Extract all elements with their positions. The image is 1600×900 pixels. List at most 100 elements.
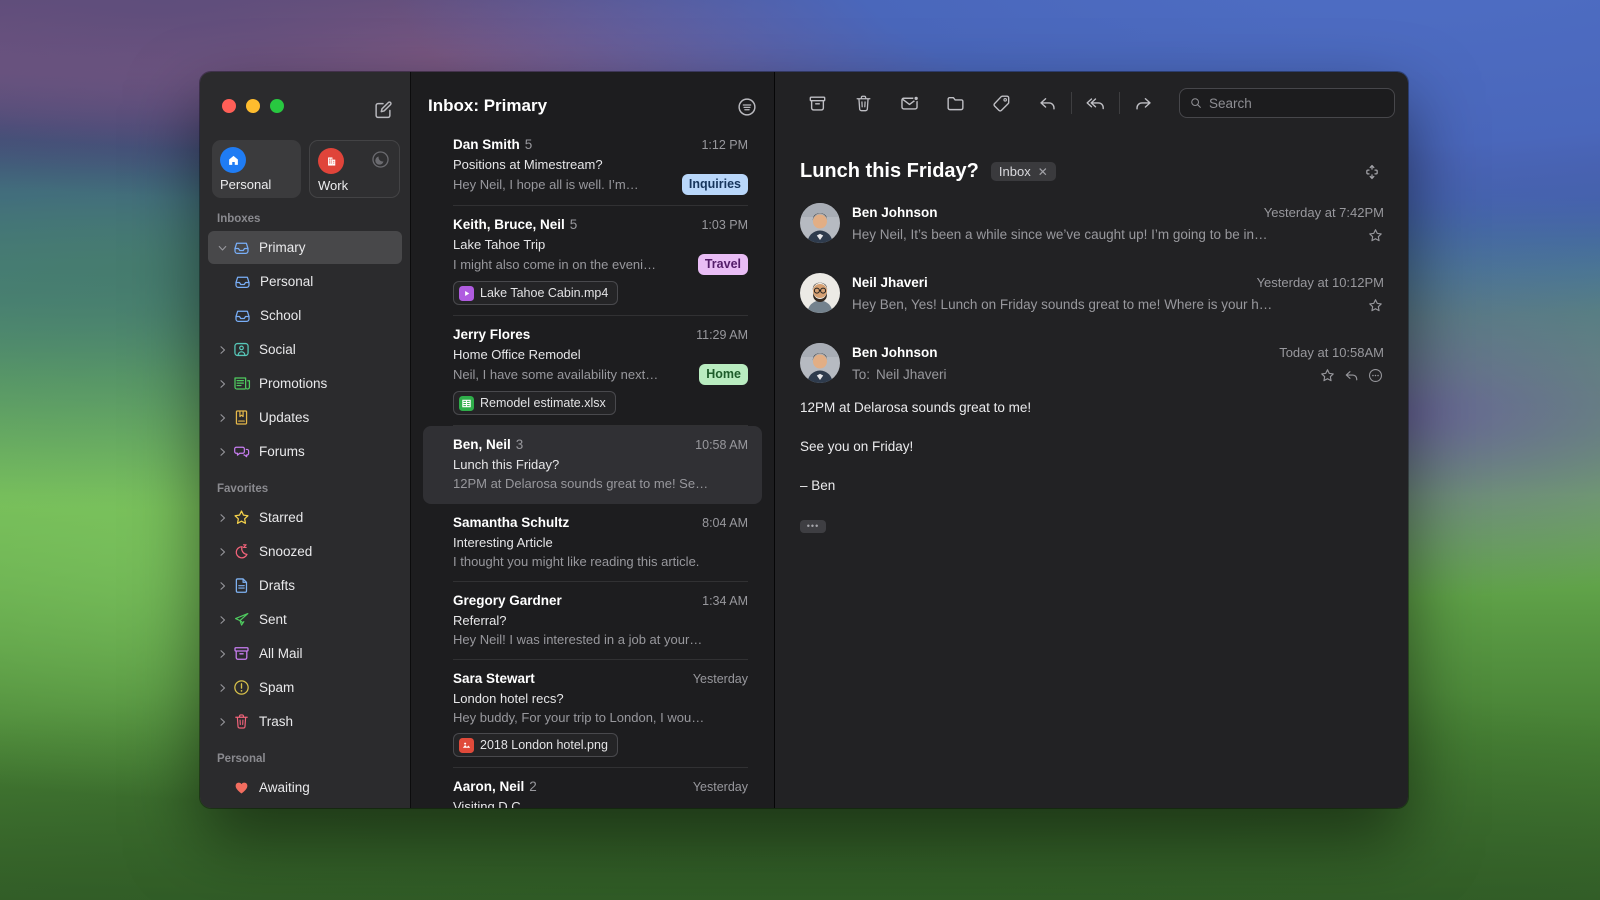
- sidebar-item-snoozed[interactable]: Snoozed: [208, 535, 402, 568]
- sidebar-item-updates[interactable]: Updates: [208, 401, 402, 434]
- thread-header: Lunch this Friday? Inbox✕: [800, 160, 1382, 183]
- account-label: Personal: [220, 177, 293, 192]
- sidebar-item-forums[interactable]: Forums: [208, 435, 402, 468]
- mark-unread-icon[interactable]: [899, 93, 920, 114]
- sidebar-item-awaiting[interactable]: Awaiting: [208, 771, 402, 804]
- sidebar-item-drafts[interactable]: Drafts: [208, 569, 402, 602]
- account-work[interactable]: Work: [309, 140, 400, 198]
- thread-message-collapsed[interactable]: Ben JohnsonYesterday at 7:42PM Hey Neil,…: [775, 189, 1408, 259]
- reader-toolbar: [775, 72, 1408, 134]
- reply-icon[interactable]: [1037, 93, 1058, 114]
- message-list-pane: Inbox: Primary Dan Smith51:12 PM Positio…: [410, 72, 775, 808]
- sidebar-item-social[interactable]: Social: [208, 333, 402, 366]
- move-to-folder-icon[interactable]: [945, 93, 966, 114]
- chevron-down-icon[interactable]: [214, 242, 231, 254]
- label-tag[interactable]: Travel: [698, 254, 748, 275]
- video-file-icon: [459, 286, 474, 301]
- draft-document-icon: [232, 576, 251, 595]
- chevron-right-icon[interactable]: [214, 512, 231, 524]
- exclamation-circle-icon: [232, 678, 251, 697]
- chevron-right-icon[interactable]: [214, 716, 231, 728]
- chevron-right-icon[interactable]: [214, 580, 231, 592]
- expand-thread-icon[interactable]: [1362, 162, 1382, 182]
- sidebar-item-primary[interactable]: Primary: [208, 231, 402, 264]
- star-icon[interactable]: [1367, 297, 1384, 314]
- compose-icon[interactable]: [372, 99, 394, 121]
- sidebar-item-sent[interactable]: Sent: [208, 603, 402, 636]
- email-subject: Visiting D.C.: [453, 797, 748, 808]
- more-options-icon[interactable]: [1367, 367, 1384, 384]
- remove-tag-icon[interactable]: ✕: [1038, 165, 1048, 179]
- email-list-item[interactable]: Dan Smith51:12 PM Positions at Mimestrea…: [423, 126, 762, 206]
- reading-pane: Lunch this Friday? Inbox✕ Ben JohnsonYes…: [775, 72, 1408, 808]
- sidebar-item-personal-inbox[interactable]: Personal: [208, 265, 402, 298]
- chevron-right-icon[interactable]: [214, 412, 231, 424]
- avatar: [800, 343, 840, 383]
- people-card-icon: [232, 340, 251, 359]
- label-tag[interactable]: Inquiries: [682, 174, 748, 195]
- minimize-window-button[interactable]: [246, 99, 260, 113]
- toolbar-separator: [1071, 92, 1072, 114]
- mailbox-title: Inbox: Primary: [428, 96, 547, 116]
- heart-label-icon: [232, 778, 251, 797]
- account-personal[interactable]: Personal: [212, 140, 301, 198]
- reply-icon[interactable]: [1343, 367, 1360, 384]
- inbox-icon: [232, 238, 251, 257]
- filter-icon[interactable]: [736, 96, 758, 118]
- email-list-item[interactable]: Sara StewartYesterday London hotel recs?…: [423, 660, 762, 768]
- thread-message-collapsed[interactable]: Neil JhaveriYesterday at 10:12PM Hey Ben…: [775, 259, 1408, 329]
- label-tag-icon[interactable]: [991, 93, 1012, 114]
- email-list-item[interactable]: Aaron, Neil2Yesterday Visiting D.C. I wa…: [423, 768, 762, 808]
- forward-icon[interactable]: [1133, 93, 1154, 114]
- email-list-item[interactable]: Gregory Gardner1:34 AM Referral? Hey Nei…: [423, 582, 762, 660]
- show-quoted-text-button[interactable]: •••: [800, 520, 826, 533]
- trash-icon[interactable]: [853, 93, 874, 114]
- sidebar-item-trash[interactable]: Trash: [208, 705, 402, 738]
- email-list-item[interactable]: Samantha Schultz8:04 AM Interesting Arti…: [423, 504, 762, 582]
- search-field[interactable]: [1179, 88, 1395, 118]
- inbox-tag-chip[interactable]: Inbox✕: [991, 162, 1056, 181]
- email-list-item[interactable]: Jerry Flores11:29 AM Home Office Remodel…: [423, 316, 762, 426]
- chevron-right-icon[interactable]: [214, 344, 231, 356]
- email-subject: Positions at Mimestream?: [453, 155, 748, 174]
- email-list-item[interactable]: Keith, Bruce, Neil51:03 PM Lake Tahoe Tr…: [423, 206, 762, 316]
- chevron-right-icon[interactable]: [214, 546, 231, 558]
- email-list-item-selected[interactable]: Ben, Neil310:58 AM Lunch this Friday? 12…: [423, 426, 762, 504]
- sidebar-item-promotions[interactable]: Promotions: [208, 367, 402, 400]
- image-file-icon: [459, 738, 474, 753]
- avatar: [800, 273, 840, 313]
- archive-icon[interactable]: [807, 93, 828, 114]
- star-icon[interactable]: [1367, 227, 1384, 244]
- reply-all-icon[interactable]: [1085, 93, 1106, 114]
- document-bookmark-icon: [232, 408, 251, 427]
- thread-message-expanded[interactable]: Ben JohnsonToday at 10:58AM To:Neil Jhav…: [775, 329, 1408, 385]
- mail-app-window: Personal Work Inboxes Primary Personal S…: [200, 72, 1408, 808]
- chevron-right-icon[interactable]: [214, 682, 231, 694]
- attachment-chip[interactable]: Lake Tahoe Cabin.mp4: [453, 281, 618, 305]
- message-body: 12PM at Delarosa sounds great to me! See…: [775, 385, 1408, 534]
- search-input[interactable]: [1209, 96, 1386, 111]
- attachment-chip[interactable]: 2018 London hotel.png: [453, 733, 618, 757]
- zoom-window-button[interactable]: [270, 99, 284, 113]
- attachment-chip[interactable]: Remodel estimate.xlsx: [453, 391, 616, 415]
- account-label: Work: [318, 178, 391, 193]
- close-window-button[interactable]: [222, 99, 236, 113]
- sidebar-item-spam[interactable]: Spam: [208, 671, 402, 704]
- thread-title: Lunch this Friday?: [800, 160, 979, 183]
- email-subject: Home Office Remodel: [453, 345, 748, 364]
- star-icon[interactable]: [1319, 367, 1336, 384]
- sidebar-item-school-inbox[interactable]: School: [208, 299, 402, 332]
- archive-box-icon: [232, 644, 251, 663]
- chevron-right-icon[interactable]: [214, 648, 231, 660]
- star-icon: [232, 508, 251, 527]
- chevron-right-icon[interactable]: [214, 614, 231, 626]
- chevron-right-icon[interactable]: [214, 378, 231, 390]
- chevron-right-icon[interactable]: [214, 446, 231, 458]
- window-controls: [222, 99, 284, 113]
- moon-icon: [370, 149, 391, 170]
- sidebar: Personal Work Inboxes Primary Personal S…: [200, 72, 410, 808]
- sidebar-item-all-mail[interactable]: All Mail: [208, 637, 402, 670]
- section-label-inboxes: Inboxes: [217, 213, 410, 225]
- sidebar-item-starred[interactable]: Starred: [208, 501, 402, 534]
- label-tag[interactable]: Home: [699, 364, 748, 385]
